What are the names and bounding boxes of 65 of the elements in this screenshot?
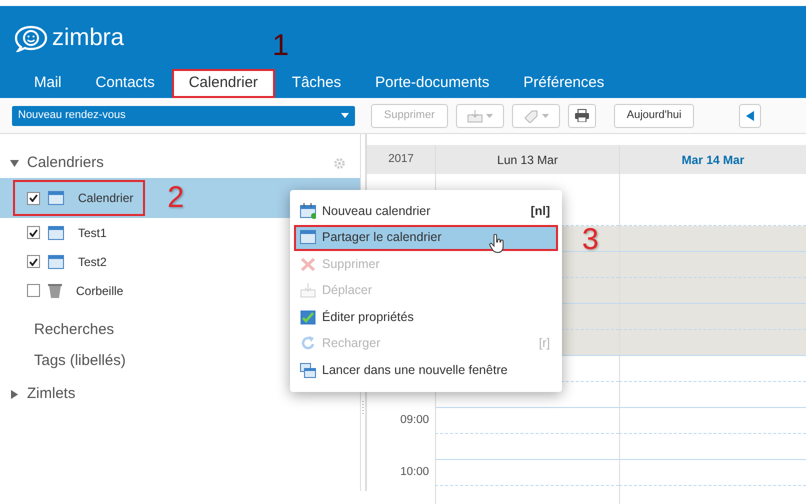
time-slot[interactable] xyxy=(435,434,619,460)
time-slot[interactable] xyxy=(619,304,806,330)
windows-icon xyxy=(300,362,316,379)
settings-icon xyxy=(333,156,346,170)
hand-cursor-icon xyxy=(489,234,505,254)
time-slot[interactable] xyxy=(619,252,806,278)
time-slot[interactable] xyxy=(619,226,806,252)
year-label: 2017 xyxy=(388,152,414,165)
caret-icon xyxy=(341,113,349,118)
checkbox[interactable] xyxy=(27,284,40,297)
checkmark-icon xyxy=(300,308,316,326)
close-icon xyxy=(300,256,316,273)
left-arrow-icon xyxy=(746,110,754,120)
callout-number: 3 xyxy=(582,224,599,254)
checkbox[interactable] xyxy=(27,192,40,204)
reload-icon xyxy=(300,335,316,352)
tab[interactable]: Tâches xyxy=(274,69,358,98)
check-icon xyxy=(29,258,38,266)
menu-item[interactable]: Lancer dans une nouvelle fenêtre xyxy=(294,357,558,384)
time-slot[interactable] xyxy=(435,460,619,486)
tray-icon xyxy=(300,282,316,300)
calendar-icon xyxy=(300,229,316,246)
callout-number: 1 xyxy=(272,31,289,61)
calendar-icon xyxy=(48,191,64,205)
expanded-triangle-icon[interactable] xyxy=(10,158,19,168)
time-label: 10:00 xyxy=(400,465,429,480)
menu-item[interactable]: Éditer propriétés xyxy=(294,304,558,330)
day-header[interactable]: Lun 13 Mar xyxy=(497,150,558,168)
tab[interactable]: Porte-documents xyxy=(358,69,506,98)
time-slot[interactable] xyxy=(619,382,806,408)
logo-icon xyxy=(14,24,48,52)
tray-icon xyxy=(466,108,483,122)
calendar-icon xyxy=(48,226,64,240)
calendar-plus-icon xyxy=(300,202,316,220)
checkbox[interactable] xyxy=(27,255,40,268)
checkbox[interactable] xyxy=(27,226,40,239)
day-header[interactable]: Mar 14 Mar xyxy=(682,150,744,168)
time-slot[interactable] xyxy=(619,278,806,304)
callout-number: 2 xyxy=(167,183,184,213)
tab[interactable]: Préférences xyxy=(506,69,622,98)
toolbar-button[interactable]: Aujourd'hui xyxy=(614,104,694,128)
trash-icon xyxy=(48,284,62,298)
check-icon xyxy=(29,194,38,202)
previous-button[interactable] xyxy=(739,104,762,128)
time-slot[interactable] xyxy=(619,408,806,434)
calendar-icon xyxy=(48,254,64,268)
logo-text: zimbra xyxy=(52,22,124,52)
new-appointment-button[interactable]: Nouveau rendez-vous xyxy=(12,106,355,126)
time-slot[interactable] xyxy=(435,408,619,434)
caret-icon xyxy=(542,114,549,118)
check-icon xyxy=(29,228,38,236)
time-label: 09:00 xyxy=(400,413,429,428)
collapsed-triangle-icon[interactable] xyxy=(10,390,19,398)
print-button[interactable] xyxy=(568,104,596,128)
printer-icon xyxy=(574,109,589,122)
tab[interactable]: Contacts xyxy=(78,69,172,98)
tag-icon xyxy=(522,108,539,122)
caret-icon xyxy=(486,114,493,118)
section-header[interactable]: Zimlets xyxy=(27,382,76,406)
time-slot[interactable] xyxy=(619,330,806,356)
time-slot[interactable] xyxy=(619,434,806,460)
tab[interactable]: Mail xyxy=(17,69,79,98)
time-slot[interactable] xyxy=(619,356,806,382)
section-header[interactable]: Calendriers xyxy=(27,152,104,174)
time-slot[interactable] xyxy=(619,460,806,486)
